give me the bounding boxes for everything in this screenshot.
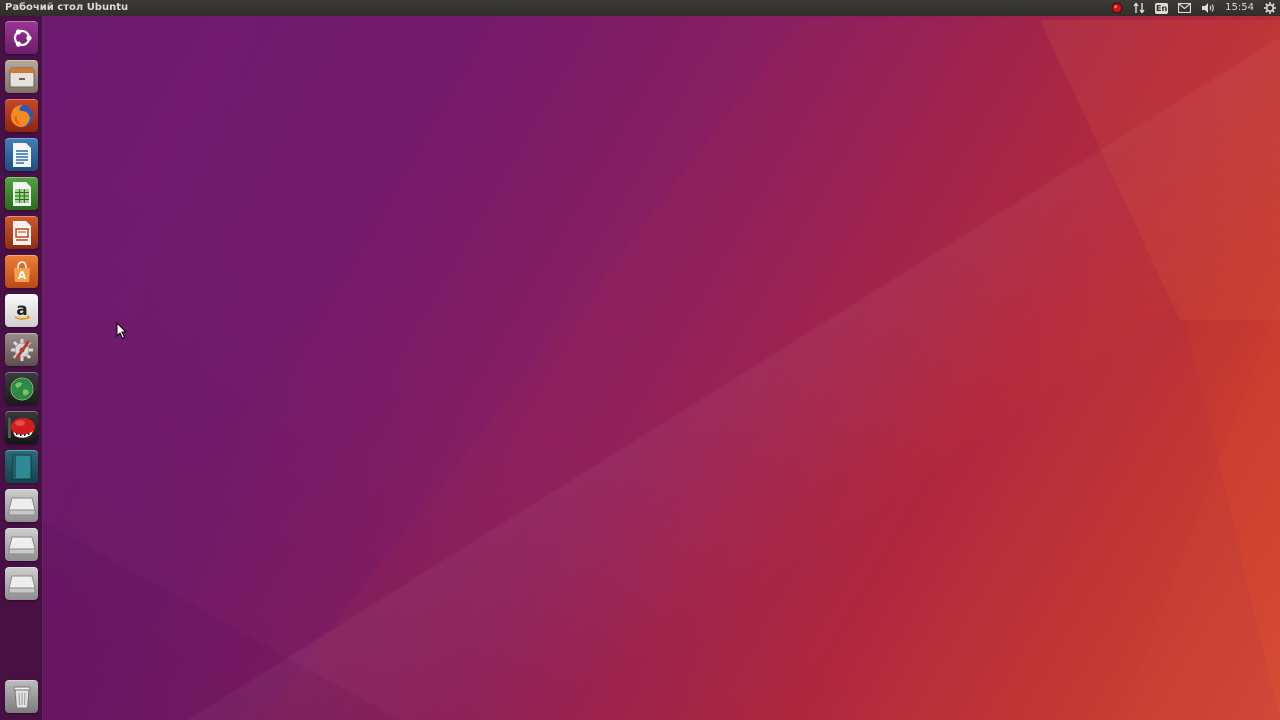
launcher-dash-home[interactable] — [5, 21, 38, 54]
launcher-calc[interactable] — [5, 177, 38, 210]
drive-icon — [7, 536, 36, 554]
svg-text:A: A — [17, 269, 26, 282]
spreadsheet-icon — [12, 181, 31, 206]
launcher-settings[interactable] — [5, 333, 38, 366]
keyboard-layout-label: En — [1155, 2, 1169, 14]
red-mascot-icon — [7, 417, 35, 438]
wrench-gear-icon — [10, 338, 33, 361]
network-arrows-icon — [1133, 2, 1145, 14]
network-indicator[interactable] — [1133, 0, 1145, 16]
envelope-icon — [1178, 3, 1192, 13]
launcher-browser-globe[interactable] — [5, 372, 38, 405]
launcher-trash[interactable] — [5, 680, 38, 713]
firefox-icon — [10, 104, 33, 127]
speaker-icon — [1202, 3, 1214, 13]
clock[interactable]: 15:54 — [1225, 0, 1254, 16]
book-icon — [12, 454, 31, 479]
launcher-video-app[interactable] — [5, 411, 38, 444]
launcher-drive-1[interactable] — [5, 489, 38, 522]
desktop-wallpaper: Рабочий стол Ubuntu En 15:54 A a — [0, 0, 1280, 720]
launcher-writer[interactable] — [5, 138, 38, 171]
file-cabinet-icon — [9, 67, 34, 87]
ubuntu-logo-icon — [13, 28, 32, 47]
record-indicator[interactable] — [1111, 0, 1123, 16]
indicator-area: En 15:54 — [1101, 0, 1276, 16]
presentation-icon — [12, 220, 31, 245]
trash-icon — [13, 686, 30, 708]
launcher-firefox[interactable] — [5, 99, 38, 132]
mouse-cursor-icon — [116, 322, 128, 340]
shopping-bag-icon: A — [13, 260, 30, 282]
gear-icon — [1264, 2, 1276, 14]
launcher-drive-2[interactable] — [5, 528, 38, 561]
launcher-amazon[interactable]: a — [5, 294, 38, 327]
launcher-notebook[interactable] — [5, 450, 38, 483]
window-title: Рабочий стол Ubuntu — [5, 2, 129, 13]
top-panel: Рабочий стол Ubuntu En 15:54 — [0, 0, 1280, 16]
globe-icon — [9, 376, 34, 401]
launcher-impress[interactable] — [5, 216, 38, 249]
document-icon — [12, 142, 31, 167]
launcher-drive-3[interactable] — [5, 567, 38, 600]
amazon-icon: a — [14, 300, 31, 320]
launcher-software[interactable]: A — [5, 255, 38, 288]
wallpaper-facets — [40, 20, 1280, 720]
svg-text:a: a — [16, 300, 27, 320]
sound-indicator[interactable] — [1201, 0, 1215, 16]
messaging-indicator[interactable] — [1178, 0, 1192, 16]
session-menu[interactable] — [1264, 0, 1276, 16]
keyboard-layout-indicator[interactable]: En — [1155, 0, 1169, 16]
launcher: A a — [0, 16, 43, 720]
drive-icon — [7, 497, 36, 515]
record-icon — [1111, 2, 1123, 14]
drive-icon — [7, 575, 36, 593]
launcher-files[interactable] — [5, 60, 38, 93]
